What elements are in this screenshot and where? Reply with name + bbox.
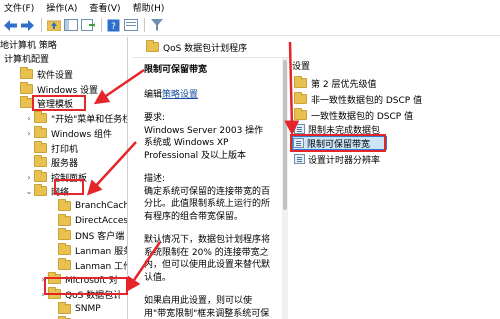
- arrow-to-qos: [125, 241, 162, 293]
- arrow-to-network: [86, 141, 137, 196]
- arrow-to-bandwidth-setting: [284, 41, 300, 136]
- arrow-to-admin-templates: [93, 68, 145, 105]
- annotation-arrows: [86, 41, 300, 293]
